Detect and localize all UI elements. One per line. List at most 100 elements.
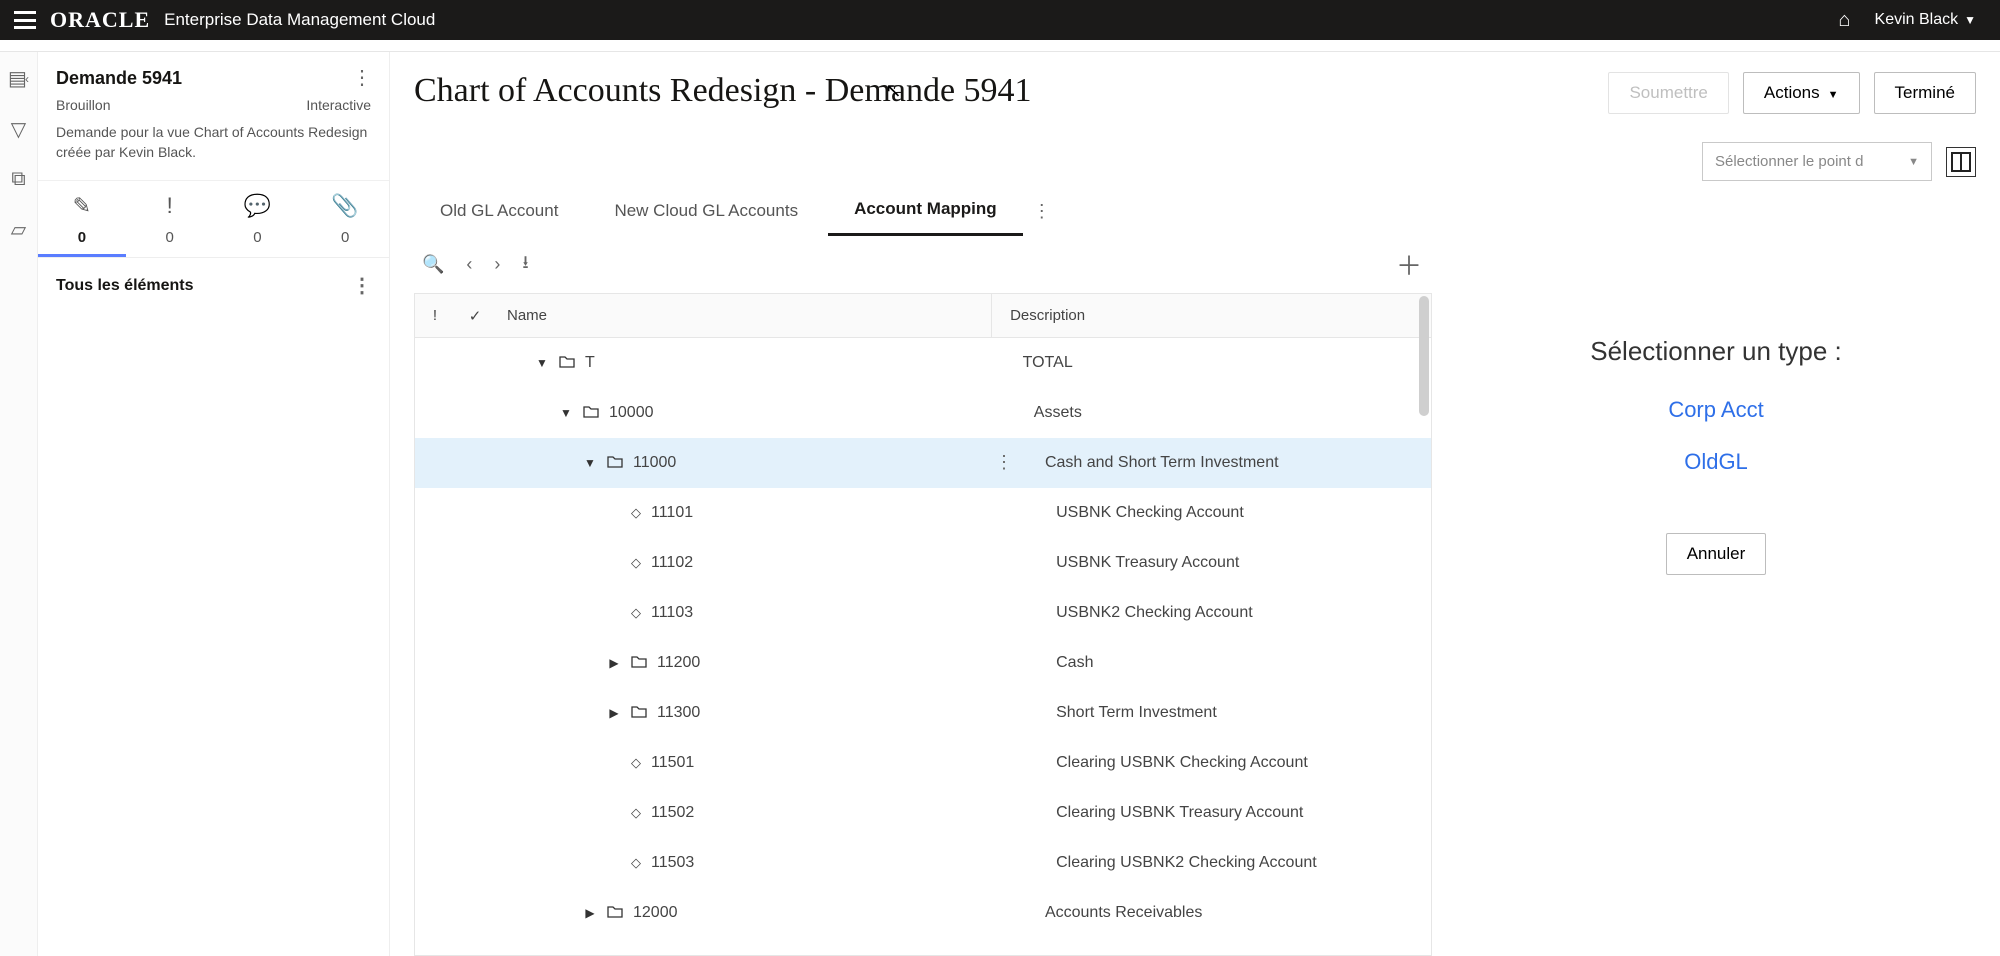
pov-select[interactable]: Sélectionner le point d ▼ xyxy=(1702,142,1932,181)
divider-strip xyxy=(0,40,2000,52)
type-link-corp-acct[interactable]: Corp Acct xyxy=(1668,397,1763,423)
table-row[interactable]: ◇11502Clearing USBNK Treasury Account xyxy=(415,788,1431,838)
done-button[interactable]: Terminé xyxy=(1874,72,1976,114)
table-header: ! ✓ Name Description xyxy=(415,294,1431,338)
leaf-icon: ◇ xyxy=(631,805,641,821)
col-check-icon: ✓ xyxy=(455,307,495,325)
expand-icon[interactable]: ▼ xyxy=(535,356,549,370)
search-icon[interactable]: 🔍 xyxy=(422,254,444,275)
request-description: Demande pour la vue Chart of Accounts Re… xyxy=(38,123,389,180)
stat-warn-count: 0 xyxy=(165,229,173,254)
node-name: 11300 xyxy=(657,704,700,722)
rail-list-icon[interactable]: ▤‹ xyxy=(8,66,29,91)
node-description: Clearing USBNK2 Checking Account xyxy=(1038,854,1431,872)
node-name: 11501 xyxy=(651,754,694,772)
add-icon[interactable]: ＋ xyxy=(1396,246,1422,283)
stat-edit-count: 0 xyxy=(78,229,86,254)
table-row[interactable]: ▼TTOTAL xyxy=(415,338,1431,388)
folder-icon xyxy=(631,654,647,672)
viewpoint-tabs: Old GL AccountNew Cloud GL AccountsAccou… xyxy=(414,187,1976,236)
table-row[interactable]: ◇11501Clearing USBNK Checking Account xyxy=(415,738,1431,788)
expand-icon[interactable]: ▶ xyxy=(583,906,597,920)
leaf-icon: ◇ xyxy=(631,505,641,521)
request-stat-tabs: ✎ 0 ! 0 💬 0 📎 0 xyxy=(38,180,389,257)
left-icon-rail: ▤‹ ▽ ⧉ ▱ xyxy=(0,52,38,956)
request-menu-icon[interactable] xyxy=(352,68,371,88)
expand-icon[interactable]: ▶ xyxy=(607,656,621,670)
expand-icon[interactable]: ▼ xyxy=(583,456,597,470)
chevron-down-icon: ▼ xyxy=(1964,13,1976,27)
global-header: ORACLE Enterprise Data Management Cloud … xyxy=(0,0,2000,40)
node-description: Short Term Investment xyxy=(1038,704,1431,722)
layout-columns-icon[interactable] xyxy=(1946,147,1976,177)
request-status: Brouillon xyxy=(56,97,110,113)
stat-tab-warn[interactable]: ! 0 xyxy=(126,193,214,257)
node-description: Accounts Receivables xyxy=(1027,904,1431,922)
type-link-oldgl[interactable]: OldGL xyxy=(1684,449,1748,475)
scrollbar[interactable] xyxy=(1419,296,1429,416)
leaf-icon: ◇ xyxy=(631,605,641,621)
home-icon[interactable]: ⌂ xyxy=(1828,9,1860,32)
stat-tab-attach[interactable]: 📎 0 xyxy=(301,193,389,257)
expand-icon[interactable]: ▼ xyxy=(559,406,573,420)
table-row[interactable]: ▶12000Accounts Receivables xyxy=(415,888,1431,938)
user-menu[interactable]: Kevin Black ▼ xyxy=(1875,11,1986,29)
expand-icon[interactable]: ▶ xyxy=(607,706,621,720)
leaf-icon: ◇ xyxy=(631,855,641,871)
all-elements-row[interactable]: Tous les éléments xyxy=(38,257,389,314)
prev-icon[interactable]: ‹ xyxy=(466,254,472,275)
rail-apps-icon[interactable]: ▱ xyxy=(11,217,26,242)
menu-icon[interactable] xyxy=(14,11,36,29)
col-name: Name xyxy=(495,307,991,324)
submit-button[interactable]: Soumettre xyxy=(1608,72,1728,114)
request-title: Demande 5941 xyxy=(56,68,182,89)
node-name: 11103 xyxy=(651,604,693,622)
table-row[interactable]: ▼11000Cash and Short Term Investment xyxy=(415,438,1431,488)
table-row[interactable]: ◇11101USBNK Checking Account xyxy=(415,488,1431,538)
node-description: Clearing USBNK Treasury Account xyxy=(1038,804,1431,822)
stat-comment-count: 0 xyxy=(253,229,261,254)
stat-tab-comment[interactable]: 💬 0 xyxy=(214,193,302,257)
node-description: Clearing USBNK Checking Account xyxy=(1038,754,1431,772)
row-menu-icon[interactable] xyxy=(995,452,1013,473)
table-row[interactable]: ▶13000Other Receivables xyxy=(415,938,1431,956)
node-name: 11000 xyxy=(633,454,676,472)
tabs-menu-icon[interactable] xyxy=(1027,201,1057,222)
request-panel: Demande 5941 Brouillon Interactive Deman… xyxy=(38,52,390,956)
actions-button[interactable]: Actions▼ xyxy=(1743,72,1860,114)
node-name: 11200 xyxy=(657,654,700,672)
node-name: 11503 xyxy=(651,854,694,872)
table-row[interactable]: ◇ 11103 USBNK2 Checking Account xyxy=(415,588,1431,638)
tab-account-mapping[interactable]: Account Mapping xyxy=(828,187,1023,236)
pov-placeholder: Sélectionner le point d xyxy=(1715,153,1863,170)
table-row[interactable]: ▶ 11300 Short Term Investment xyxy=(415,688,1431,738)
node-description: USBNK Checking Account xyxy=(1038,504,1431,522)
stat-tab-edit[interactable]: ✎ 0 xyxy=(38,193,126,257)
node-name: 11102 xyxy=(651,554,693,572)
rail-filter-icon[interactable]: ▽ xyxy=(11,117,26,142)
next-icon[interactable]: › xyxy=(494,254,500,275)
edit-icon: ✎ xyxy=(73,193,91,219)
table-row[interactable]: ◇ 11503 Clearing USBNK2 Checking Account xyxy=(415,838,1431,888)
type-selector-panel: Sélectionner un type : Corp AcctOldGL An… xyxy=(1456,236,1976,956)
actions-button-label: Actions xyxy=(1764,83,1820,102)
tab-old-gl-account[interactable]: Old GL Account xyxy=(414,189,584,235)
table-row[interactable]: ▶11200Cash xyxy=(415,638,1431,688)
stat-attach-count: 0 xyxy=(341,229,349,254)
download-icon[interactable]: ⭳ xyxy=(522,250,528,280)
cancel-button[interactable]: Annuler xyxy=(1666,533,1767,575)
folder-icon xyxy=(583,404,599,422)
table-row[interactable]: ▼10000Assets xyxy=(415,388,1431,438)
tab-new-cloud-gl-accounts[interactable]: New Cloud GL Accounts xyxy=(588,189,824,235)
table-row[interactable]: ◇11102USBNK Treasury Account xyxy=(415,538,1431,588)
table-toolbar: 🔍 ‹ › ⭳ ＋ xyxy=(414,236,1432,293)
content-area: Chart of Accounts Redesign - Demande 594… xyxy=(390,52,2000,956)
all-elements-menu-icon[interactable] xyxy=(352,276,371,296)
chevron-down-icon: ▼ xyxy=(1908,156,1919,168)
rail-compare-icon[interactable]: ⧉ xyxy=(11,168,25,191)
node-description: USBNK2 Checking Account xyxy=(1038,604,1431,622)
leaf-icon: ◇ xyxy=(631,555,641,571)
table-body: ▼TTOTAL▼10000Assets▼11000Cash and Short … xyxy=(415,338,1431,956)
col-status-icon: ! xyxy=(415,307,455,324)
tree-table: ! ✓ Name Description ▼TTOTAL▼10000Assets… xyxy=(414,293,1432,956)
